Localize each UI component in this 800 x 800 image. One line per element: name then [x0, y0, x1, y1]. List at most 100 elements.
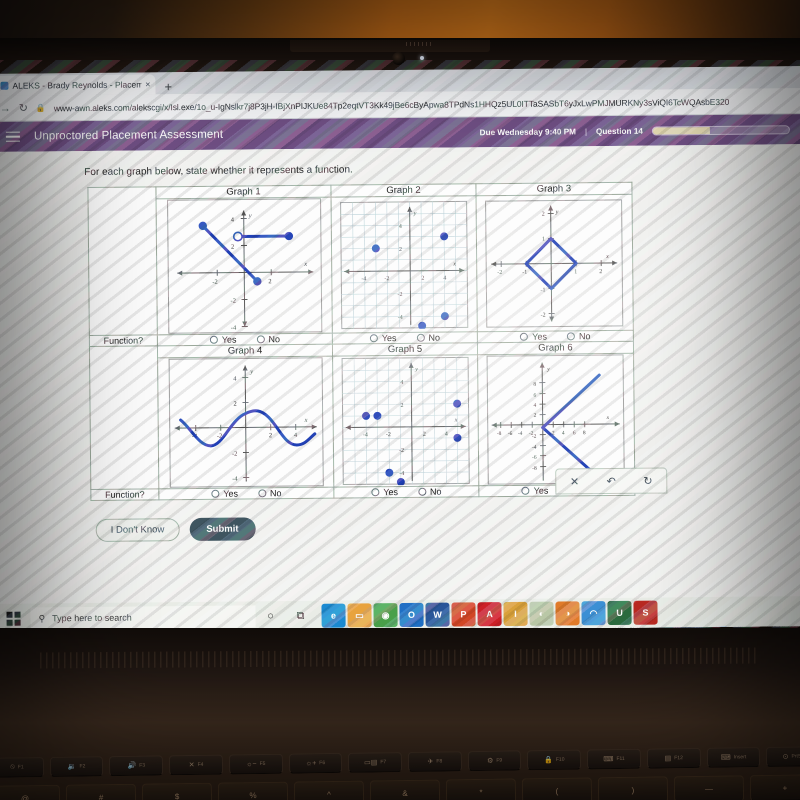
- radio-graph4-no[interactable]: No: [257, 488, 282, 498]
- lock-icon: 🔒: [35, 103, 46, 113]
- svg-text:2: 2: [423, 432, 426, 438]
- browser-tab-aleks[interactable]: ALEKS - Brady Reynolds - Placem ×: [0, 74, 156, 96]
- radio-label: Yes: [381, 333, 397, 344]
- header-separator: |: [584, 126, 588, 136]
- svg-text:y: y: [547, 367, 551, 373]
- radio-graph3-yes[interactable]: Yes: [520, 332, 547, 342]
- taskbar-icon-app-10[interactable]: ◠: [581, 601, 606, 626]
- taskbar-icon-chrome[interactable]: ◉: [373, 603, 398, 628]
- progress-bar: [651, 124, 790, 136]
- taskbar-icon-outlook[interactable]: O: [399, 602, 424, 628]
- task-view-icon[interactable]: ⧉: [285, 609, 315, 622]
- search-placeholder: Type here to search: [52, 612, 132, 624]
- key-f7: ▭▤ F7: [348, 752, 403, 773]
- svg-text:2: 2: [399, 246, 402, 252]
- address-bar[interactable]: www-awn.aleks.com/alekscgi/x/Isl.exe/1o_…: [54, 96, 796, 112]
- question-number: Question 14: [595, 126, 643, 136]
- taskbar-icon-app-11[interactable]: U: [607, 600, 632, 626]
- i-dont-know-button[interactable]: I Don't Know: [95, 518, 180, 542]
- svg-text:2: 2: [231, 244, 234, 251]
- key-+: +: [749, 774, 800, 800]
- svg-text:x: x: [303, 261, 307, 268]
- tab-close-icon[interactable]: ×: [145, 79, 150, 89]
- radio-circle-icon: [371, 488, 380, 497]
- function-label-row1: Function?: [89, 334, 158, 347]
- svg-text:-4: -4: [532, 445, 537, 451]
- svg-text:-8: -8: [533, 466, 538, 472]
- taskbar-icon-edge[interactable]: e: [321, 603, 346, 628]
- tab-favicon-icon: [0, 81, 9, 90]
- taskbar-icon-app-12[interactable]: S: [633, 600, 658, 625]
- radio-graph1-yes[interactable]: Yes: [209, 335, 237, 345]
- svg-text:x: x: [454, 417, 458, 423]
- taskbar-icon-explorer[interactable]: ▭: [347, 603, 372, 628]
- hamburger-menu-icon[interactable]: [5, 131, 20, 143]
- svg-text:4: 4: [400, 380, 403, 386]
- radio-label: No: [429, 486, 442, 497]
- taskbar-icon-app-8[interactable]: ◐: [529, 601, 554, 626]
- svg-text:2: 2: [268, 278, 271, 285]
- svg-text:-4: -4: [518, 431, 523, 437]
- taskbar-icon-app-9[interactable]: ◑: [555, 601, 580, 626]
- submit-button[interactable]: Submit: [189, 517, 256, 542]
- svg-text:1: 1: [542, 236, 545, 242]
- radio-graph5-no[interactable]: No: [417, 486, 442, 497]
- radio-label: No: [268, 334, 281, 345]
- radio-graph5-yes[interactable]: Yes: [371, 487, 398, 497]
- svg-text:-4: -4: [398, 314, 403, 320]
- graph-plot-6: -8 -6 -4 -2 24 68 86 42 -2 -4 -6 -8 x y: [477, 353, 635, 486]
- answer-cell-graph-5: Yes No: [333, 485, 479, 499]
- undo-icon[interactable]: ↶: [607, 474, 616, 487]
- clear-icon[interactable]: ✕: [570, 475, 579, 488]
- svg-text:2: 2: [233, 401, 236, 408]
- key-&: &: [369, 779, 441, 800]
- radio-graph3-no[interactable]: No: [566, 331, 591, 342]
- key-f5: ☼− F5: [228, 753, 283, 775]
- taskbar-icon-powerpoint[interactable]: P: [451, 602, 476, 627]
- graph-plot-5: -4 -2 2 4 2 4 -2 -4 x y: [332, 354, 479, 488]
- reload-icon[interactable]: ↻: [19, 102, 28, 115]
- radio-label: No: [578, 331, 591, 342]
- svg-text:-2: -2: [230, 298, 235, 305]
- radio-graph4-yes[interactable]: Yes: [211, 489, 238, 499]
- start-button[interactable]: [0, 611, 31, 626]
- taskbar-icon-illustrator[interactable]: I: [503, 601, 528, 627]
- svg-text:-1: -1: [541, 287, 546, 293]
- svg-text:y: y: [414, 367, 418, 373]
- svg-text:6: 6: [534, 393, 537, 399]
- forward-icon[interactable]: →: [0, 102, 11, 114]
- assessment-content: For each graph below, state whether it r…: [0, 144, 800, 634]
- laptop-screen: ALEKS - Brady Reynolds - Placem × + → ↻ …: [0, 66, 800, 634]
- graph-plot-3: -2 -1 1 2 1 2 -1 -2 x y: [475, 194, 634, 332]
- key-@: @: [0, 784, 61, 800]
- key-—: —: [673, 775, 745, 800]
- taskbar-icon-acrobat[interactable]: A: [477, 602, 502, 627]
- radio-label: Yes: [223, 488, 239, 499]
- svg-text:-4: -4: [230, 325, 236, 332]
- radio-graph2-yes[interactable]: Yes: [369, 333, 397, 344]
- key-f4: ✕ F4: [169, 754, 224, 776]
- webcam-led-indicator: [420, 56, 424, 60]
- svg-text:-4: -4: [363, 432, 368, 438]
- radio-graph2-no[interactable]: No: [416, 333, 440, 343]
- key-f9: ⚙ F9: [467, 750, 522, 772]
- svg-text:-4: -4: [361, 276, 366, 282]
- radio-circle-icon: [417, 487, 427, 496]
- key-^: ^: [293, 780, 365, 800]
- taskbar-icon-word[interactable]: W: [425, 602, 450, 627]
- key-f3: 🔊 F3: [109, 755, 164, 777]
- new-tab-button[interactable]: +: [155, 79, 181, 94]
- redo-icon[interactable]: ↻: [643, 474, 652, 487]
- svg-text:2: 2: [542, 211, 545, 217]
- radio-graph1-no[interactable]: No: [256, 334, 280, 344]
- svg-text:-2: -2: [384, 276, 389, 282]
- svg-text:6: 6: [573, 430, 576, 436]
- graph-plot-1: -2 2 24 -2 -4 x y: [156, 197, 333, 335]
- answer-toolbox: ✕ ↶ ↻: [555, 467, 668, 495]
- svg-text:-2: -2: [232, 451, 237, 458]
- cortana-icon[interactable]: ○: [255, 610, 285, 622]
- laptop-photo-scene: ALEKS - Brady Reynolds - Placem × + → ↻ …: [0, 0, 800, 800]
- radio-graph6-yes[interactable]: Yes: [521, 486, 548, 496]
- search-input[interactable]: ⚲ Type here to search: [30, 605, 256, 630]
- radio-circle-icon: [256, 335, 265, 344]
